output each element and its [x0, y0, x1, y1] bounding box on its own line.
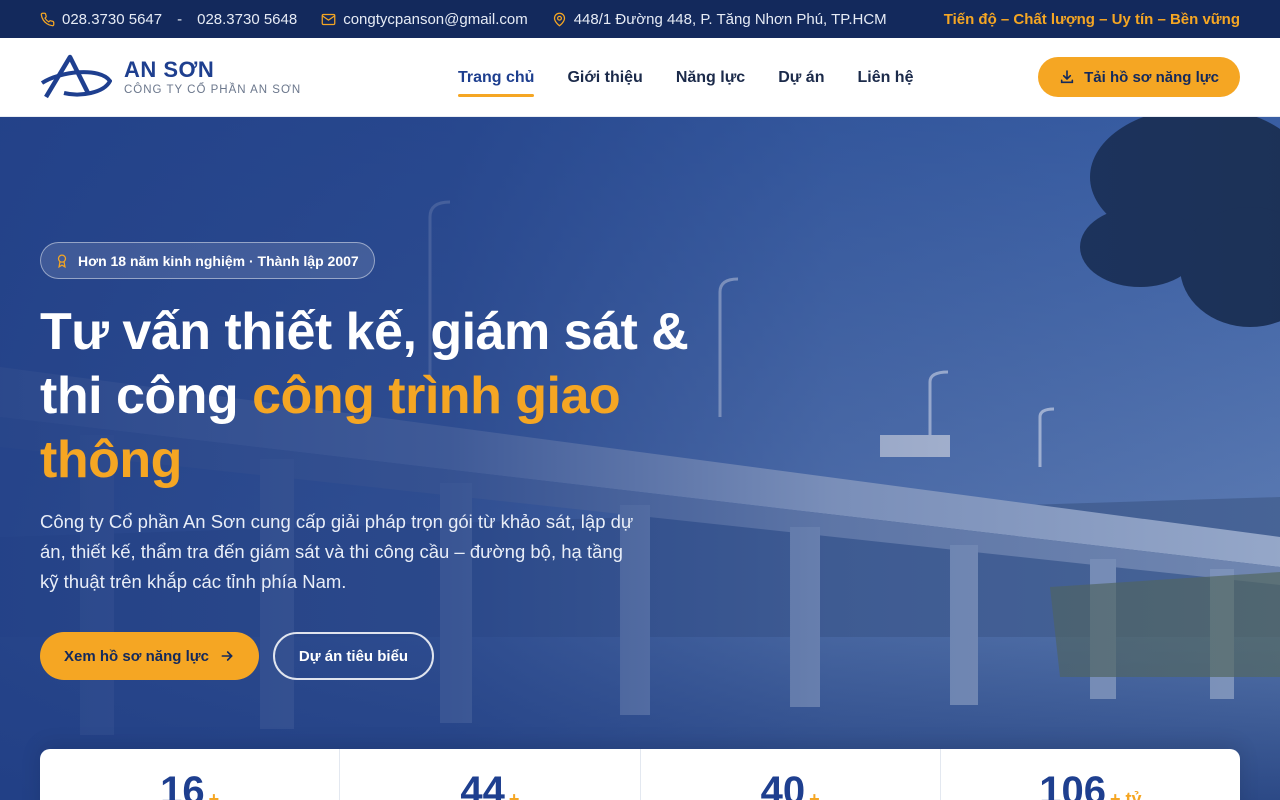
- headline-line-1: Tư vấn thiết kế, giám sát &: [40, 303, 689, 361]
- stat-item: 44 +: [340, 749, 641, 800]
- phone-2[interactable]: 028.3730 5648: [197, 11, 297, 28]
- nav-item-contact[interactable]: Liên hệ: [857, 63, 913, 93]
- featured-projects-label: Dự án tiêu biểu: [298, 647, 409, 665]
- email-contact[interactable]: congtycpanson@gmail.com: [321, 11, 528, 28]
- stat-suffix: +: [208, 789, 220, 800]
- nav-item-about[interactable]: Giới thiệu: [567, 63, 642, 93]
- featured-projects-button[interactable]: Dự án tiêu biểu: [273, 632, 434, 680]
- mail-icon: [321, 13, 336, 25]
- main-nav: Trang chủ Giới thiệu Năng lực Dự án Liên…: [458, 38, 913, 117]
- phone-icon: [40, 12, 55, 26]
- experience-badge: Hơn 18 năm kinh nghiệm · Thành lập 2007: [40, 242, 375, 279]
- stat-value: 16: [160, 769, 205, 800]
- view-profile-button[interactable]: Xem hồ sơ năng lực: [40, 632, 259, 680]
- email-address[interactable]: congtycpanson@gmail.com: [343, 11, 527, 28]
- slogan: Tiến độ – Chất lượng – Uy tín – Bền vững: [943, 10, 1240, 28]
- arrow-right-icon: [221, 651, 233, 661]
- logo[interactable]: AN SƠN CÔNG TY CỔ PHẦN AN SƠN: [40, 53, 301, 101]
- stat-item: 106 + tỷ: [941, 749, 1240, 800]
- experience-badge-text: Hơn 18 năm kinh nghiệm · Thành lập 2007: [78, 252, 359, 269]
- stat-item: 40 +: [641, 749, 941, 800]
- hero-description: Công ty Cổ phần An Sơn cung cấp giải phá…: [40, 511, 634, 592]
- award-icon: [57, 254, 67, 268]
- stat-value: 40: [760, 769, 806, 800]
- stat-suffix: + tỷ: [1109, 789, 1142, 800]
- headline-line-2: thi công: [40, 367, 253, 425]
- stat-suffix: +: [508, 789, 520, 800]
- map-pin-icon: [553, 12, 565, 27]
- logo-name: AN SƠN: [124, 56, 215, 82]
- download-icon: [1060, 70, 1074, 84]
- hero-headline: Tư vấn thiết kế, giám sát & thi công côn…: [40, 300, 760, 492]
- logo-mark-icon: [40, 54, 112, 99]
- view-profile-label: Xem hồ sơ năng lực: [64, 647, 209, 665]
- logo-subtitle: CÔNG TY CỔ PHẦN AN SƠN: [124, 83, 302, 96]
- top-info-bar: 028.3730 5647 - 028.3730 5648 congtycpan…: [0, 0, 1280, 38]
- stat-value: 106: [1039, 769, 1106, 800]
- nav-item-home[interactable]: Trang chủ: [458, 63, 535, 97]
- stat-item: 16 +: [40, 749, 341, 800]
- download-profile-label: Tải hồ sơ năng lực: [1084, 68, 1219, 86]
- phone-separator: -: [177, 10, 183, 28]
- address-text: 448/1 Đường 448, P. Tăng Nhơn Phú, TP.HC…: [573, 10, 887, 28]
- nav-item-capability[interactable]: Năng lực: [676, 63, 745, 93]
- stat-value: 44: [460, 769, 505, 800]
- download-profile-button[interactable]: Tải hồ sơ năng lực: [1038, 57, 1240, 97]
- hero-section: Hơn 18 năm kinh nghiệm · Thành lập 2007 …: [0, 117, 1280, 800]
- phone-1[interactable]: 028.3730 5647: [62, 11, 162, 28]
- phone-contact[interactable]: 028.3730 5647 - 028.3730 5648: [40, 11, 297, 28]
- nav-item-projects[interactable]: Dự án: [778, 63, 824, 93]
- stats-bar: 16 + 44 + 40 + 106 + tỷ: [40, 749, 1240, 800]
- stat-suffix: +: [809, 789, 820, 800]
- address-contact: 448/1 Đường 448, P. Tăng Nhơn Phú, TP.HC…: [552, 11, 887, 28]
- contact-info: 028.3730 5647 - 028.3730 5648 congtycpan…: [40, 11, 887, 28]
- site-header: AN SƠN CÔNG TY CỔ PHẦN AN SƠN Trang chủ …: [0, 38, 1280, 117]
